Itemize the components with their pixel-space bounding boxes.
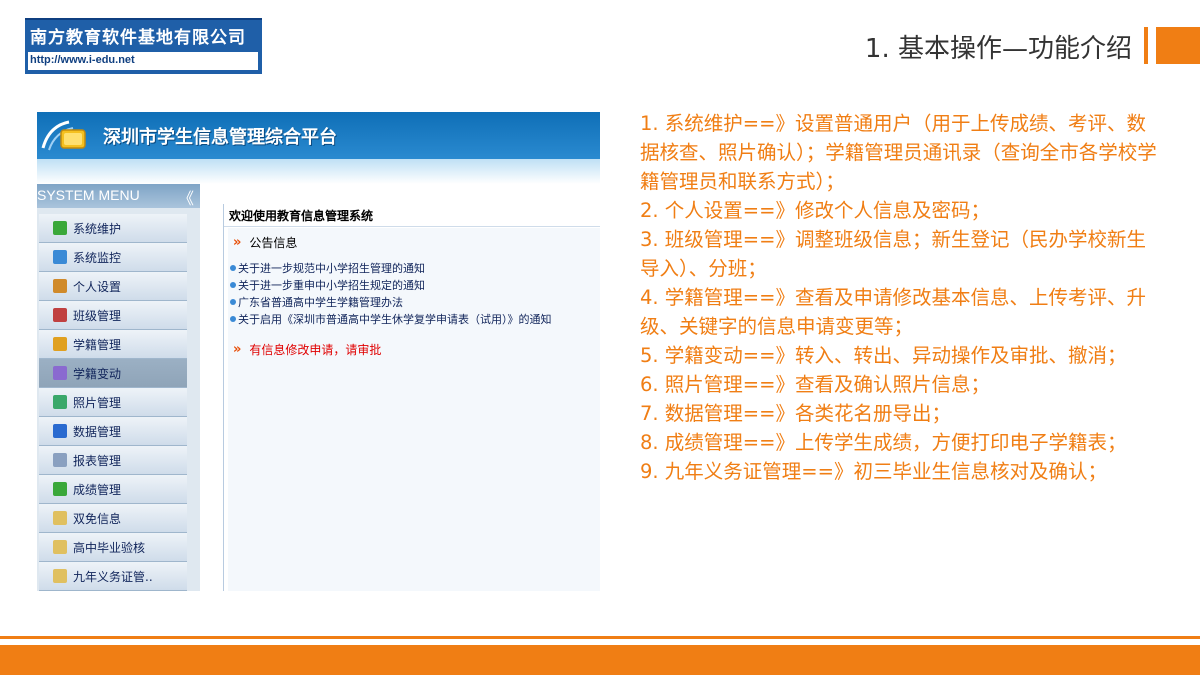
- company-logo: 南方教育软件基地有限公司 http://www.i-edu.net: [25, 18, 262, 74]
- bullet-icon: [230, 264, 236, 271]
- leaf-icon: [53, 221, 67, 235]
- double-chevron-icon: »: [233, 342, 242, 357]
- bullet-icon: [230, 281, 236, 288]
- app-logo-icon: [41, 120, 86, 151]
- card-icon: [53, 279, 67, 293]
- notice-link[interactable]: 关于进一步规范中小学招生管理的通知: [230, 259, 552, 276]
- footer-thin-stripe: [0, 636, 1200, 639]
- sidebar-item[interactable]: 系统维护: [39, 214, 187, 243]
- sidebar-item-label: 双免信息: [73, 511, 122, 526]
- folder-icon: [53, 569, 67, 583]
- notice-link[interactable]: 关于启用《深圳市普通高中学生休学复学申请表（试用）》的通知: [230, 310, 552, 327]
- feature-description: 1. 系统维护==》设置普通用户（用于上传成绩、考评、数据核查、照片确认）；学籍…: [640, 112, 1157, 193]
- sidebar-item[interactable]: 高中毕业验核: [39, 533, 187, 562]
- class-icon: [53, 308, 67, 322]
- app-header: 深圳市学生信息管理综合平台: [37, 112, 600, 184]
- monitor-icon: [53, 250, 67, 264]
- title-accent-thick-bar: [1156, 27, 1200, 64]
- notice-list: 关于进一步规范中小学招生管理的通知 关于进一步重申中小学招生规定的通知 广东省普…: [230, 259, 552, 327]
- sidebar-item-label: 班级管理: [73, 308, 122, 323]
- bullet-icon: [230, 298, 236, 305]
- bullet-icon: [230, 315, 236, 322]
- sidebar-item[interactable]: 学籍变动: [39, 359, 187, 388]
- sidebar-item-label: 个人设置: [73, 279, 122, 294]
- app-title: 深圳市学生信息管理综合平台: [103, 127, 337, 148]
- sidebar: SYSTEM MENU 《 系统维护系统监控个人设置班级管理学籍管理学籍变动照片…: [37, 184, 200, 591]
- sidebar-item[interactable]: 双免信息: [39, 504, 187, 533]
- collapse-menu-icon[interactable]: 《: [178, 185, 194, 209]
- feature-description: 6. 照片管理==》查看及确认照片信息；: [640, 373, 990, 396]
- score-icon: [53, 482, 67, 496]
- alert-text: 有信息修改申请，请审批: [249, 343, 382, 357]
- photo-icon: [53, 395, 67, 409]
- transfer-icon: [53, 366, 67, 380]
- sidebar-item-label: 九年义务证管..: [73, 569, 153, 584]
- notice-link[interactable]: 关于进一步重申中小学招生规定的通知: [230, 276, 552, 293]
- footer-thick-stripe: [0, 645, 1200, 675]
- sidebar-item[interactable]: 学籍管理: [39, 330, 187, 359]
- divider: [224, 226, 600, 227]
- feature-description: 8. 成绩管理==》上传学生成绩，方便打印电子学籍表；: [640, 431, 1127, 454]
- notice-box: » 公告信息 关于进一步规范中小学招生管理的通知 关于进一步重申中小学招生规定的…: [228, 228, 600, 591]
- feature-description-list: 1. 系统维护==》设置普通用户（用于上传成绩、考评、数据核查、照片确认）；学籍…: [640, 109, 1160, 486]
- feature-description: 9. 九年义务证管理==》初三毕业生信息核对及确认；: [640, 460, 1107, 483]
- feature-description: 7. 数据管理==》各类花名册导出；: [640, 402, 951, 425]
- report-icon: [53, 453, 67, 467]
- sidebar-item[interactable]: 个人设置: [39, 272, 187, 301]
- system-menu-header: SYSTEM MENU 《: [37, 184, 200, 208]
- sidebar-item-label: 报表管理: [73, 453, 122, 468]
- notice-link-text: 关于进一步规范中小学招生管理的通知: [238, 261, 425, 275]
- welcome-heading: 欢迎使用教育信息管理系统: [229, 209, 374, 223]
- app-header-sky: [37, 159, 600, 184]
- sidebar-item[interactable]: 报表管理: [39, 446, 187, 475]
- sidebar-item-label: 学籍管理: [73, 337, 122, 352]
- data-icon: [53, 424, 67, 438]
- slide-title: 1. 基本操作—功能介绍: [864, 34, 1132, 64]
- double-chevron-icon: »: [233, 235, 242, 250]
- sidebar-item-label: 高中毕业验核: [73, 540, 146, 555]
- sidebar-item[interactable]: 成绩管理: [39, 475, 187, 504]
- system-menu-label: SYSTEM MENU: [37, 187, 140, 203]
- notice-header: » 公告信息: [233, 234, 297, 251]
- sidebar-item[interactable]: 九年义务证管..: [39, 562, 187, 591]
- app-screenshot: 深圳市学生信息管理综合平台 SYSTEM MENU 《 系统维护系统监控个人设置…: [37, 112, 600, 591]
- content-panel: 欢迎使用教育信息管理系统 » 公告信息 关于进一步规范中小学招生管理的通知 关于…: [223, 204, 600, 591]
- notice-link-text: 广东省普通高中学生学籍管理办法: [238, 295, 403, 309]
- company-url: http://www.i-edu.net: [28, 52, 258, 70]
- sidebar-item-label: 数据管理: [73, 424, 122, 439]
- company-name: 南方教育软件基地有限公司: [30, 28, 246, 48]
- notice-link-text: 关于启用《深圳市普通高中学生休学复学申请表（试用）》的通知: [238, 312, 552, 326]
- feature-description: 2. 个人设置==》修改个人信息及密码；: [640, 199, 990, 222]
- notice-link[interactable]: 广东省普通高中学生学籍管理办法: [230, 293, 552, 310]
- sidebar-item[interactable]: 班级管理: [39, 301, 187, 330]
- notice-link-text: 关于进一步重申中小学招生规定的通知: [238, 278, 425, 292]
- sidebar-item[interactable]: 照片管理: [39, 388, 187, 417]
- sidebar-item-label: 学籍变动: [73, 366, 122, 381]
- notice-header-label: 公告信息: [249, 236, 298, 250]
- sidebar-item-label: 系统维护: [73, 221, 122, 236]
- folder-icon: [53, 511, 67, 525]
- sidebar-item-label: 成绩管理: [73, 482, 122, 497]
- title-accent-thin-bar: [1144, 27, 1148, 64]
- sidebar-item-label: 照片管理: [73, 395, 122, 410]
- student-icon: [53, 337, 67, 351]
- sidebar-item[interactable]: 数据管理: [39, 417, 187, 446]
- sidebar-menu: 系统维护系统监控个人设置班级管理学籍管理学籍变动照片管理数据管理报表管理成绩管理…: [37, 214, 187, 591]
- sidebar-item-label: 系统监控: [73, 250, 122, 265]
- sidebar-item[interactable]: 系统监控: [39, 243, 187, 272]
- feature-description: 4. 学籍管理==》查看及申请修改基本信息、上传考评、升级、关键字的信息申请变更…: [640, 286, 1146, 338]
- feature-description: 5. 学籍变动==》转入、转出、异动操作及审批、撤消；: [640, 344, 1127, 367]
- folder-icon: [53, 540, 67, 554]
- pending-approval-alert[interactable]: » 有信息修改申请，请审批: [233, 341, 381, 358]
- feature-description: 3. 班级管理==》调整班级信息；新生登记（民办学校新生导入）、分班；: [640, 228, 1146, 280]
